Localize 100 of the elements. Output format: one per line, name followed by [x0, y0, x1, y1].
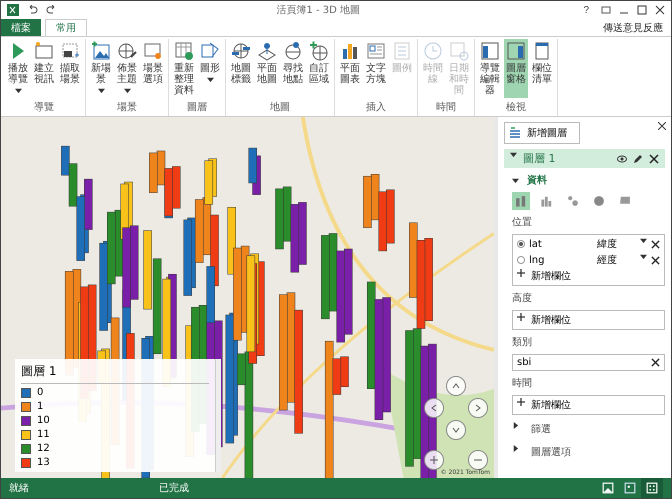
- text-box-icon: [366, 41, 386, 61]
- legend-label: 11: [37, 429, 50, 440]
- ribbon-button[interactable]: 平面圖表: [338, 39, 362, 98]
- legend-label: 12: [37, 443, 50, 454]
- caret-icon: [510, 151, 517, 158]
- caret-icon: [512, 445, 519, 452]
- ribbon-button[interactable]: 平面地圖: [255, 39, 279, 98]
- delete-icon[interactable]: [651, 240, 660, 248]
- window-title: 活頁簿1 - 3D 地圖: [275, 4, 361, 17]
- legend-label: 1: [37, 401, 44, 412]
- group-label: 場景: [116, 100, 138, 115]
- caret-icon: [512, 422, 519, 429]
- radio-button[interactable]: [517, 240, 525, 248]
- film-icon: [34, 41, 54, 61]
- section-header[interactable]: 資料: [504, 173, 665, 187]
- close-icon: [658, 122, 666, 130]
- add-field-button[interactable]: 新增欄位: [517, 269, 660, 283]
- field-label: 位置: [511, 216, 533, 229]
- ribbon-button[interactable]: 尋找地點: [281, 39, 305, 98]
- landscape-icon: [602, 482, 614, 494]
- pane-right-icon: [506, 41, 526, 61]
- table-refresh-icon: [174, 41, 194, 61]
- eye-icon[interactable]: [617, 154, 627, 164]
- list-icon: [392, 41, 412, 61]
- group-label: 導覽: [33, 100, 55, 115]
- dots-square-icon: [646, 482, 658, 494]
- ribbon-tab[interactable]: 檔案: [1, 19, 41, 36]
- close-button[interactable]: [658, 121, 666, 133]
- pencil-icon[interactable]: [633, 154, 643, 164]
- delete-icon[interactable]: [651, 256, 660, 264]
- maximize-icon[interactable]: [637, 5, 647, 15]
- chevron-right-icon: [473, 403, 483, 413]
- bubble-icon: [566, 194, 580, 208]
- ribbon-button[interactable]: 擷取場景: [58, 39, 82, 98]
- pane-left-icon: [480, 41, 500, 61]
- ribbon-button[interactable]: 自訂區域: [307, 39, 331, 98]
- field-label: 高度: [511, 292, 533, 305]
- globe-pin-icon: [283, 41, 303, 61]
- redo-icon[interactable]: [46, 5, 57, 15]
- window-gear-icon: [143, 41, 163, 61]
- group-label: 插入: [365, 100, 387, 115]
- ribbon-button[interactable]: 圖形: [198, 39, 222, 98]
- caret-icon: [512, 176, 519, 184]
- close-icon[interactable]: [655, 5, 665, 15]
- picture-icon: [91, 41, 111, 61]
- group-label: 檢視: [505, 100, 527, 115]
- scrollbar[interactable]: [215, 359, 221, 472]
- plus-icon: [429, 455, 439, 465]
- undo-icon[interactable]: [27, 5, 38, 15]
- view-button[interactable]: [641, 478, 663, 498]
- feedback-link[interactable]: 傳送意見反應: [603, 20, 663, 34]
- ribbon-button[interactable]: 重新整理資料: [172, 39, 196, 98]
- section-header[interactable]: 篩選: [504, 420, 665, 438]
- group-label: 時間: [435, 100, 457, 115]
- plus-icon: [517, 313, 525, 321]
- group-label: 圖層: [186, 101, 208, 115]
- status-text: 就緒: [9, 482, 30, 495]
- field-type-dropdown[interactable]: 經度: [597, 253, 647, 267]
- legend-label: 13: [37, 457, 50, 468]
- field-name: lat: [529, 238, 543, 250]
- radio-button[interactable]: [517, 256, 525, 264]
- add-field-button[interactable]: 新增欄位: [517, 313, 660, 327]
- field-type-dropdown[interactable]: 緯度: [597, 237, 647, 251]
- field-label: 時間: [511, 376, 533, 390]
- ribbon-button[interactable]: 播放導覽: [6, 39, 30, 98]
- layers-icon: [509, 127, 521, 139]
- heat-map-icon: [592, 194, 606, 208]
- chart-type-button[interactable]: [512, 192, 530, 210]
- ribbon-tab[interactable]: 常用: [45, 19, 87, 36]
- ribbon-button[interactable]: 新場景: [89, 39, 113, 98]
- clustered-column-icon: [540, 194, 554, 208]
- calendar-clock-icon: [449, 41, 469, 61]
- field-name: lng: [529, 254, 546, 266]
- ribbon-button[interactable]: 佈景主題: [115, 39, 139, 98]
- ribbon-button[interactable]: 建立視訊: [32, 39, 56, 98]
- chevron-left-icon: [429, 403, 439, 413]
- restore-icon[interactable]: [601, 5, 611, 15]
- map-pin-icon: [257, 41, 277, 61]
- globe-icon: [117, 41, 137, 61]
- ribbon-button[interactable]: 文字方塊: [364, 39, 388, 98]
- legend-label: 0: [37, 387, 44, 398]
- add-field-button[interactable]: 新增欄位: [517, 398, 660, 412]
- delete-icon[interactable]: [649, 154, 659, 164]
- ribbon-button[interactable]: 欄位清單: [530, 39, 554, 98]
- ribbon-button[interactable]: 導覽編輯器: [478, 39, 502, 98]
- ribbon-button[interactable]: 地圖標籤: [229, 39, 253, 98]
- status-text: 已完成: [159, 482, 190, 495]
- help-button[interactable]: ?: [579, 2, 593, 18]
- plus-icon: [517, 398, 525, 406]
- field-label: 類別: [511, 336, 533, 349]
- legend-title: 圖層 1: [21, 363, 209, 384]
- group-label: 地圖: [269, 100, 291, 115]
- add-layer-button[interactable]: 新增圖層: [504, 122, 580, 144]
- section-header[interactable]: 圖層選項: [504, 443, 665, 461]
- caret-icon: [640, 237, 647, 244]
- app-logo-icon: [7, 4, 19, 16]
- ribbon-button[interactable]: 場景選項: [141, 39, 165, 98]
- ribbon-button[interactable]: 圖層窗格: [504, 39, 528, 98]
- caret-icon: [640, 253, 647, 260]
- delete-icon[interactable]: [651, 358, 660, 367]
